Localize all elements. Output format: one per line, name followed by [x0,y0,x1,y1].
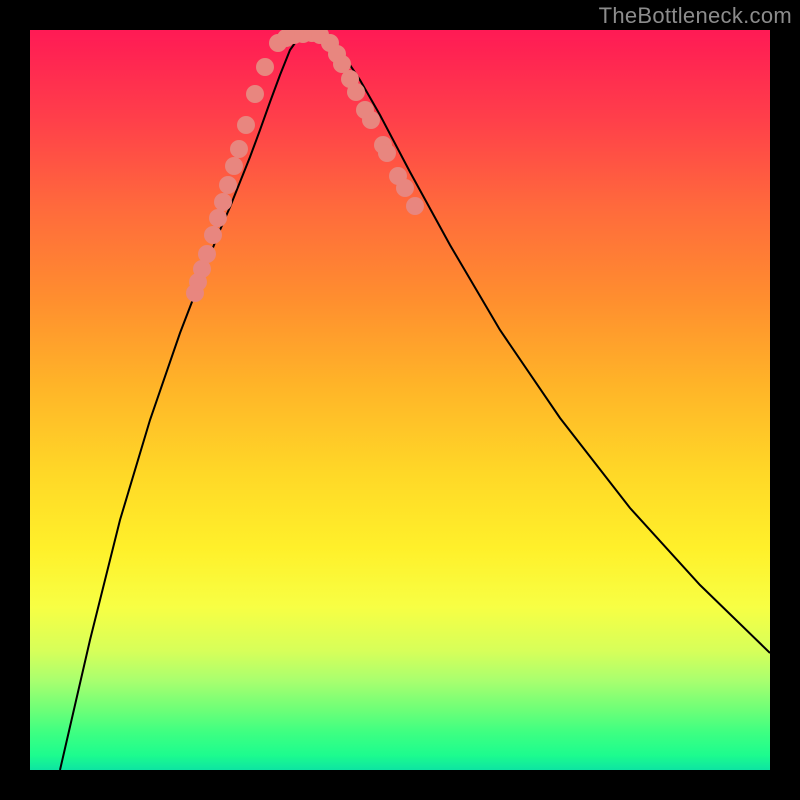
bottleneck-curve [60,32,770,770]
plot-area [30,30,770,770]
data-point [246,85,264,103]
data-point [209,209,227,227]
data-point [396,179,414,197]
chart-frame: TheBottleneck.com [0,0,800,800]
data-point [406,197,424,215]
data-points [186,30,424,302]
data-point [219,176,237,194]
data-point [230,140,248,158]
watermark-text: TheBottleneck.com [599,3,792,29]
data-point [225,157,243,175]
data-point [214,193,232,211]
chart-svg [30,30,770,770]
data-point [362,111,380,129]
data-point [204,226,222,244]
data-point [237,116,255,134]
data-point [378,144,396,162]
data-point [347,83,365,101]
data-point [198,245,216,263]
data-point [256,58,274,76]
